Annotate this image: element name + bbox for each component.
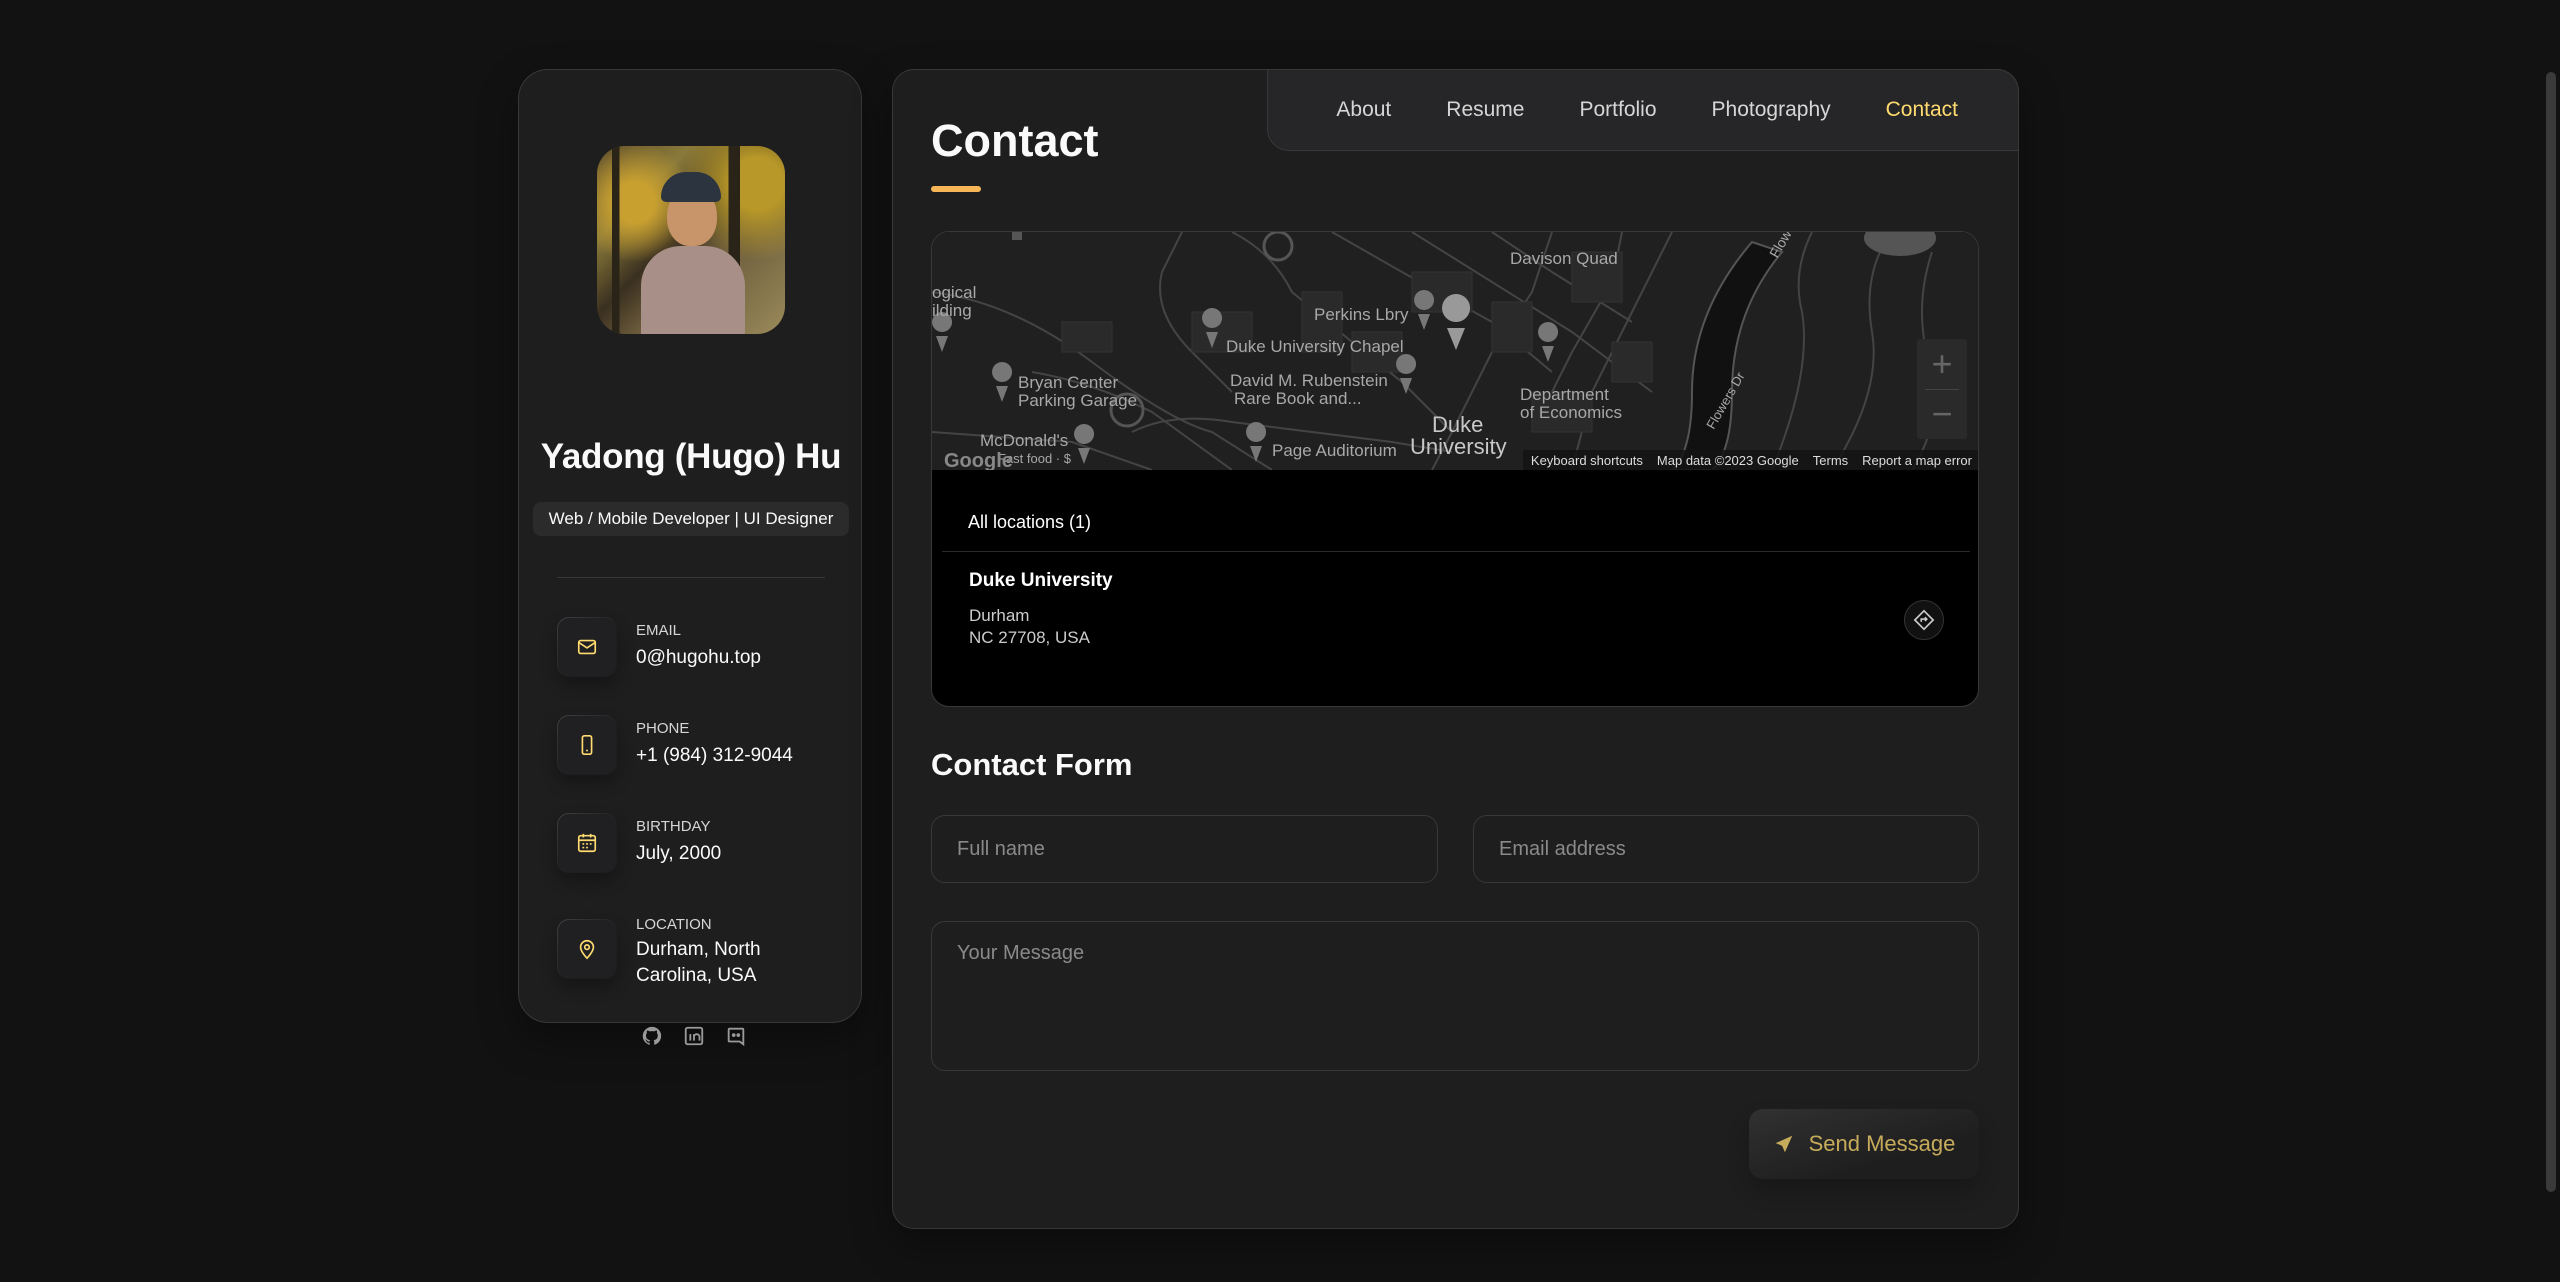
contact-label-birthday: Birthday [636, 818, 711, 835]
mail-icon [557, 617, 617, 677]
location-address-line1: Durham [969, 606, 1030, 625]
discord-icon[interactable] [725, 1025, 749, 1049]
contact-label-phone: Phone [636, 720, 690, 737]
locations-divider [942, 551, 1970, 552]
github-icon[interactable] [641, 1025, 665, 1049]
contact-label-email: Email [636, 622, 682, 639]
contact-item-email: Email 0@hugohu.top [557, 617, 837, 687]
map-label-bryan1: Bryan Center [1018, 373, 1119, 392]
map-label-chapel: Duke University Chapel [1226, 337, 1404, 356]
report-map-error-link[interactable]: Report a map error [1862, 453, 1972, 468]
map-label-logical2: ilding [932, 301, 972, 320]
navbar: About Resume Portfolio Photography Conta… [1267, 69, 2019, 151]
nav-photography[interactable]: Photography [1712, 98, 1831, 122]
contact-form-title: Contact Form [931, 747, 1133, 782]
all-locations-header[interactable]: All locations (1) [968, 512, 1091, 533]
map-data-text: Map data ©2023 Google [1656, 452, 1799, 468]
nav-resume[interactable]: Resume [1446, 98, 1524, 122]
send-icon [1775, 1135, 1792, 1153]
fullname-input[interactable] [931, 815, 1438, 883]
message-textarea[interactable] [931, 921, 1979, 1071]
phone-icon [557, 715, 617, 775]
contact-label-location: Location [636, 916, 712, 933]
map-label-bryan2: Parking Garage [1018, 391, 1138, 410]
zoom-out-button[interactable]: − [1917, 389, 1967, 439]
nav-contact[interactable]: Contact [1886, 98, 1958, 122]
profile-title-badge: Web / Mobile Developer | UI Designer [533, 502, 849, 536]
map-label-dept1: Department [1520, 385, 1609, 404]
nav-about[interactable]: About [1336, 98, 1391, 122]
map-label-perkins: Perkins Lbry [1314, 305, 1409, 324]
zoom-controls: + − [1917, 339, 1967, 439]
contact-item-location: Location Durham, North Carolina, USA [557, 916, 837, 989]
send-message-button[interactable]: Send Message [1749, 1109, 1979, 1179]
map-label-rubenstein1: David M. Rubenstein [1230, 371, 1388, 390]
avatar [597, 146, 785, 334]
separator [557, 577, 825, 578]
contact-item-birthday: Birthday July, 2000 [557, 813, 837, 883]
linkedin-icon[interactable] [683, 1025, 707, 1049]
map-label-davison: Davison Quad [1510, 249, 1618, 268]
keyboard-shortcuts-link[interactable]: Keyboard shortcuts [1531, 453, 1643, 468]
page-title: Contact [931, 115, 1099, 166]
calendar-icon [557, 813, 617, 873]
location-name[interactable]: Duke University [969, 570, 1113, 592]
send-message-label: Send Message [1808, 1131, 1956, 1156]
email-input[interactable] [1473, 815, 1979, 883]
location-pin-icon [557, 919, 617, 979]
sidebar: Yadong (Hugo) Hu Web / Mobile Developer … [518, 69, 862, 1047]
directions-icon[interactable] [1904, 600, 1944, 640]
map-embed: Davison Quad Perkins Lbry Duke Universit… [931, 231, 1979, 707]
contact-value-location: Durham, North Carolina, USA [636, 939, 761, 986]
profile-name: Yadong (Hugo) Hu [540, 437, 842, 476]
contact-item-phone: Phone +1 (984) 312-9044 [557, 715, 837, 785]
contact-value-phone[interactable]: +1 (984) 312-9044 [636, 743, 836, 769]
google-logo: Google [944, 450, 1013, 470]
scrollbar-thumb[interactable] [2546, 72, 2556, 1192]
title-underline [931, 186, 981, 192]
map-label-duke1: Duke [1432, 412, 1484, 437]
terms-link[interactable]: Terms [1813, 453, 1848, 468]
location-address-line2: NC 27708, USA [969, 628, 1090, 647]
map-attribution-row: Google Keyboard shortcuts Map data ©2023… [932, 450, 1978, 470]
nav-portfolio[interactable]: Portfolio [1579, 98, 1656, 122]
zoom-in-button[interactable]: + [1917, 339, 1967, 389]
map-label-dept2: of Economics [1520, 403, 1623, 422]
map-view[interactable]: Davison Quad Perkins Lbry Duke Universit… [932, 232, 1978, 470]
map-label-rubenstein2: Rare Book and... [1234, 389, 1362, 408]
main-panel: About Resume Portfolio Photography Conta… [892, 69, 2019, 1229]
contact-value-email[interactable]: 0@hugohu.top [636, 645, 836, 671]
map-label-mcdonalds1: McDonald's [980, 431, 1069, 450]
map-label-logical1: ogical [932, 283, 977, 302]
contact-value-birthday: July, 2000 [636, 843, 722, 864]
